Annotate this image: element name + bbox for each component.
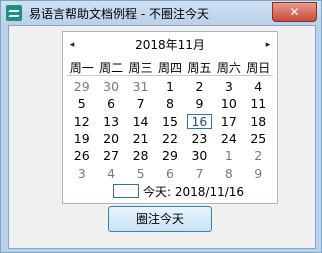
calendar-day[interactable]: 28 xyxy=(126,148,155,163)
calendar-day[interactable]: 24 xyxy=(214,131,243,146)
close-button[interactable]: ✕ xyxy=(272,2,317,22)
calendar-day[interactable]: 1 xyxy=(155,79,184,94)
weekday-header: 周一 周二 周三 周四 周五 周六 周日 xyxy=(67,59,273,76)
month-calendar[interactable]: ◂ 2018年11月 ▸ 周一 周二 周三 周四 周五 周六 周日 29 30 31… xyxy=(62,31,278,204)
calendar-day[interactable]: 9 xyxy=(244,166,273,181)
calendar-day[interactable]: 30 xyxy=(96,79,125,94)
calendar-day[interactable]: 25 xyxy=(244,131,273,146)
app-window: 易语言帮助文档例程 - 不圈注今天 ✕ ◂ 2018年11月 ▸ 周一 周二 周… xyxy=(0,0,322,253)
calendar-month-label[interactable]: 2018年11月 xyxy=(103,38,237,52)
calendar-day[interactable]: 15 xyxy=(155,114,184,129)
today-marker xyxy=(113,184,139,198)
weekday-label: 周四 xyxy=(157,61,182,75)
calendar-day[interactable]: 27 xyxy=(96,148,125,163)
weekday-label: 周五 xyxy=(187,61,212,75)
calendar-day[interactable]: 8 xyxy=(214,166,243,181)
weekday-label: 周三 xyxy=(128,61,153,75)
calendar-day[interactable]: 30 xyxy=(185,148,214,163)
calendar-day[interactable]: 5 xyxy=(67,96,96,111)
calendar-day[interactable]: 20 xyxy=(96,131,125,146)
calendar-day[interactable]: 23 xyxy=(185,131,214,146)
calendar-day[interactable]: 12 xyxy=(67,114,96,129)
calendar-day[interactable]: 7 xyxy=(126,96,155,111)
weekday-label: 周六 xyxy=(216,61,241,75)
weekday-label: 周日 xyxy=(246,61,271,75)
weekday-label: 周一 xyxy=(69,61,94,75)
calendar-day[interactable]: 21 xyxy=(126,131,155,146)
calendar-day[interactable]: 18 xyxy=(244,114,273,129)
app-icon xyxy=(6,5,22,21)
window-title: 易语言帮助文档例程 - 不圈注今天 xyxy=(29,7,209,21)
calendar-day[interactable]: 6 xyxy=(155,166,184,181)
calendar-day[interactable]: 8 xyxy=(155,96,184,111)
calendar-day[interactable]: 11 xyxy=(244,96,273,111)
title-bar[interactable]: 易语言帮助文档例程 - 不圈注今天 ✕ xyxy=(1,1,321,25)
calendar-day-grid: 29 30 31 1 2 3 4 5 6 7 8 9 10 11 12 13 14 15 16 17 18 19 20 21 2… xyxy=(67,78,273,182)
today-label[interactable]: 今天: 2018/11/16 xyxy=(143,183,244,200)
calendar-day[interactable]: 17 xyxy=(214,114,243,129)
calendar-day[interactable]: 5 xyxy=(126,166,155,181)
weekday-label: 周二 xyxy=(99,61,124,75)
calendar-day[interactable]: 31 xyxy=(126,79,155,94)
calendar-day-selected[interactable]: 16 xyxy=(186,113,213,129)
calendar-day[interactable]: 3 xyxy=(67,166,96,181)
today-bar[interactable]: 今天: 2018/11/16 xyxy=(63,182,277,200)
calendar-day[interactable]: 22 xyxy=(155,131,184,146)
calendar-day[interactable]: 19 xyxy=(67,131,96,146)
client-area: ◂ 2018年11月 ▸ 周一 周二 周三 周四 周五 周六 周日 29 30 31… xyxy=(8,25,316,249)
calendar-day[interactable]: 13 xyxy=(96,114,125,129)
calendar-day[interactable]: 4 xyxy=(244,79,273,94)
calendar-day[interactable]: 2 xyxy=(185,79,214,94)
calendar-day[interactable]: 10 xyxy=(214,96,243,111)
calendar-day[interactable]: 14 xyxy=(126,114,155,129)
calendar-day[interactable]: 3 xyxy=(214,79,243,94)
next-month-icon[interactable]: ▸ xyxy=(261,38,275,52)
calendar-day[interactable]: 29 xyxy=(155,148,184,163)
calendar-day[interactable]: 29 xyxy=(67,79,96,94)
calendar-day[interactable]: 1 xyxy=(214,148,243,163)
calendar-day[interactable]: 4 xyxy=(96,166,125,181)
calendar-day[interactable]: 9 xyxy=(185,96,214,111)
calendar-day[interactable]: 7 xyxy=(185,166,214,181)
calendar-day[interactable]: 26 xyxy=(67,148,96,163)
circle-today-button[interactable]: 圈注今天 xyxy=(108,206,212,232)
prev-month-icon[interactable]: ◂ xyxy=(65,38,79,52)
calendar-day[interactable]: 6 xyxy=(96,96,125,111)
calendar-day[interactable]: 2 xyxy=(244,148,273,163)
